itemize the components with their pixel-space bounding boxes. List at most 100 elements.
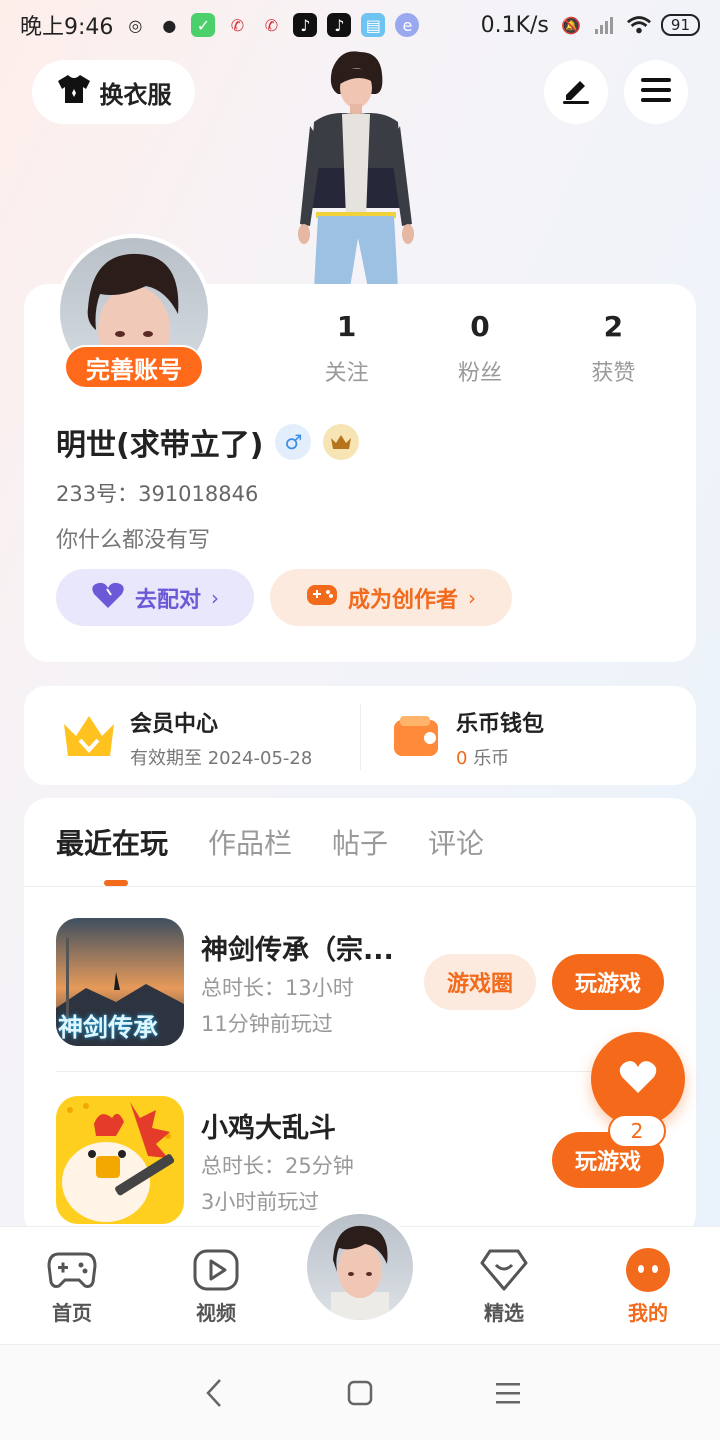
play-icon	[191, 1247, 241, 1293]
game-icon[interactable]: 神剑传承	[56, 918, 184, 1046]
edit-button[interactable]	[544, 60, 608, 124]
wallet[interactable]: 乐币钱包 0 乐币	[392, 706, 544, 770]
missed-call-icon: ✆	[230, 15, 245, 35]
stat-followers[interactable]: 0 粉丝	[413, 310, 546, 387]
tab-posts[interactable]: 帖子	[332, 822, 388, 862]
vip-card: 会员中心 有效期至 2024-05-28 乐币钱包 0 乐币	[24, 686, 696, 785]
vip-title: 会员中心	[130, 712, 219, 737]
nav-label: 精选	[484, 1301, 524, 1325]
menu-icon	[640, 76, 672, 108]
vip-crown-icon	[62, 712, 116, 764]
stat-label: 获赞	[591, 361, 636, 386]
tab-bar: 最近在玩 作品栏 帖子 评论	[56, 822, 484, 862]
mute-icon: 🔕	[560, 15, 581, 35]
avatar-character[interactable]	[280, 48, 430, 288]
profile-stats: 1 关注 0 粉丝 2 获赞	[280, 310, 680, 387]
shirt-icon	[56, 73, 92, 111]
home-icon[interactable]	[338, 1373, 382, 1413]
vip-center[interactable]: 会员中心 有效期至 2024-05-28	[62, 706, 312, 770]
heart-icon	[618, 1059, 658, 1099]
wallet-amount: 0	[456, 748, 468, 769]
app-icon: ✓	[191, 13, 216, 37]
menu-button[interactable]	[624, 60, 688, 124]
complete-account-badge[interactable]: 完善账号	[64, 345, 204, 389]
divider	[24, 886, 696, 887]
floating-like-button[interactable]	[591, 1032, 685, 1126]
nav-label: 视频	[196, 1301, 236, 1325]
tiktok-icon: ♪	[327, 13, 352, 37]
user-bio: 你什么都没有写	[56, 528, 211, 553]
stat-following[interactable]: 1 关注	[280, 310, 413, 387]
notification-icon: ◎	[128, 15, 143, 35]
game-last-played: 3小时前玩过	[201, 1190, 320, 1214]
stat-number: 1	[336, 310, 357, 343]
divider	[360, 704, 361, 770]
face-icon	[623, 1247, 673, 1293]
game-name: 小鸡大乱斗	[201, 1113, 336, 1144]
gamepad-icon	[306, 582, 338, 614]
stat-number: 2	[603, 310, 624, 343]
game-duration: 总时长：13小时	[201, 976, 354, 1000]
system-nav-bar	[0, 1344, 720, 1440]
drop-icon: ●	[162, 15, 177, 35]
wallet-icon	[392, 714, 442, 762]
username-row: 明世(求带立了) ♂	[56, 420, 360, 464]
game-row[interactable]: 神剑传承 神剑传承（宗... 总时长：13小时 11分钟前玩过 游戏圈 玩游戏	[56, 918, 676, 1050]
missed-call-icon: ✆	[264, 15, 279, 35]
activity-card: 最近在玩 作品栏 帖子 评论 神剑传承 神剑传承（宗... 总时长：13小时 1…	[24, 798, 696, 1238]
game-last-played: 11分钟前玩过	[201, 1012, 333, 1036]
tiktok-icon: ♪	[293, 13, 318, 37]
like-count-badge: 2	[608, 1114, 666, 1148]
nav-me[interactable]: 我的	[598, 1247, 698, 1326]
wallet-unit: 乐币	[473, 748, 510, 769]
heart-icon	[91, 581, 125, 615]
game-circle-button[interactable]: 游戏圈	[424, 954, 536, 1010]
recents-icon[interactable]	[486, 1373, 530, 1413]
change-outfit-button[interactable]: 换衣服	[32, 60, 195, 124]
stat-likes[interactable]: 2 获赞	[547, 310, 680, 387]
tab-comments[interactable]: 评论	[428, 822, 484, 862]
username: 明世(求带立了)	[56, 428, 264, 463]
stat-label: 粉丝	[457, 361, 502, 386]
become-creator-label: 成为创作者	[347, 587, 458, 613]
back-icon[interactable]	[192, 1373, 236, 1413]
battery-indicator: 91	[660, 14, 700, 36]
nav-label: 首页	[52, 1301, 92, 1325]
user-id: 233号：391018846	[56, 482, 259, 506]
chevron-right-icon: ›	[211, 585, 219, 610]
vip-expiry: 有效期至 2024-05-28	[130, 748, 313, 769]
match-label: 去配对	[134, 587, 201, 613]
stat-number: 0	[470, 310, 490, 343]
change-outfit-label: 换衣服	[99, 80, 172, 109]
heart-box-icon	[479, 1247, 529, 1293]
nav-avatar[interactable]	[303, 1210, 417, 1324]
wallet-title: 乐币钱包	[456, 712, 545, 737]
chevron-right-icon: ›	[468, 585, 476, 610]
tab-works[interactable]: 作品栏	[208, 822, 292, 862]
male-gender-icon: ♂	[275, 424, 312, 460]
match-button[interactable]: 去配对 ›	[56, 569, 254, 626]
tab-recently-played[interactable]: 最近在玩	[56, 822, 168, 862]
nav-video[interactable]: 视频	[166, 1247, 266, 1326]
nav-home[interactable]: 首页	[22, 1247, 122, 1326]
nav-label: 我的	[628, 1301, 668, 1325]
signal-icon	[593, 13, 617, 37]
stat-label: 关注	[324, 361, 369, 386]
game-icon[interactable]	[56, 1096, 184, 1224]
pen-icon	[560, 75, 592, 109]
game-icon-title: 神剑传承	[58, 1013, 159, 1042]
divider	[56, 1071, 676, 1072]
gamepad-icon	[47, 1247, 97, 1293]
net-speed: 0.1K/s	[480, 12, 549, 38]
play-game-button[interactable]: 玩游戏	[552, 954, 664, 1010]
game-name: 神剑传承（宗...	[201, 935, 394, 966]
status-bar: 晚上9:46 ◎ ● ✓ ✆ ✆ ♪ ♪ ▤ e 0.1K/s 🔕 91	[0, 0, 720, 50]
nav-featured[interactable]: 精选	[454, 1247, 554, 1326]
wifi-icon	[626, 13, 651, 37]
become-creator-button[interactable]: 成为创作者 ›	[270, 569, 512, 626]
crown-icon[interactable]	[323, 424, 360, 460]
app-icon: ▤	[361, 13, 386, 37]
browser-icon: e	[395, 13, 420, 37]
status-time: 晚上9:46	[20, 15, 114, 40]
game-duration: 总时长：25分钟	[201, 1154, 354, 1178]
